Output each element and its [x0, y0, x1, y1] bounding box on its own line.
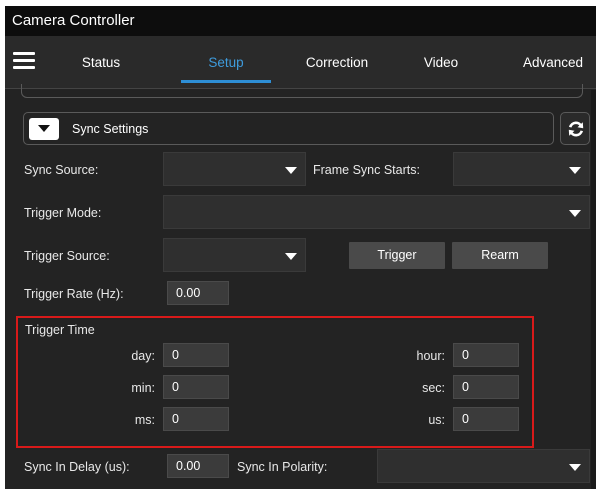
sync-source-label: Sync Source:	[24, 163, 99, 177]
sync-in-polarity-select[interactable]	[377, 449, 590, 483]
tab-correction[interactable]: Correction	[285, 36, 389, 89]
min-label: min:	[131, 381, 155, 395]
section-title: Sync Settings	[72, 122, 149, 136]
hamburger-icon[interactable]	[13, 52, 35, 70]
frame-sync-starts-label: Frame Sync Starts:	[313, 163, 420, 177]
sync-in-delay-label: Sync In Delay (us):	[24, 460, 130, 474]
caret-down-icon	[285, 167, 297, 174]
trigger-source-select[interactable]	[163, 238, 306, 272]
trigger-source-label: Trigger Source:	[24, 249, 110, 263]
previous-section-edge	[21, 84, 583, 98]
caret-down-icon	[569, 167, 581, 174]
refresh-icon	[568, 121, 584, 137]
refresh-button[interactable]	[560, 112, 590, 145]
hour-input[interactable]: 0	[453, 343, 519, 367]
day-input[interactable]: 0	[163, 343, 229, 367]
ms-input[interactable]: 0	[163, 407, 229, 431]
frame-sync-starts-select[interactable]	[453, 152, 590, 186]
sec-label: sec:	[422, 381, 445, 395]
sec-input[interactable]: 0	[453, 375, 519, 399]
trigger-rate-label: Trigger Rate (Hz):	[24, 287, 124, 301]
tab-advanced[interactable]: Advanced	[510, 36, 596, 89]
sync-settings-header[interactable]: Sync Settings	[23, 112, 554, 145]
us-label: us:	[428, 413, 445, 427]
trigger-time-title: Trigger Time	[25, 323, 95, 337]
sync-source-select[interactable]	[163, 152, 306, 186]
collapse-button[interactable]	[29, 118, 59, 140]
day-label: day:	[131, 349, 155, 363]
hour-label: hour:	[416, 349, 446, 363]
rearm-button[interactable]: Rearm	[452, 242, 548, 269]
trigger-mode-label: Trigger Mode:	[24, 206, 102, 220]
tab-video[interactable]: Video	[405, 36, 477, 89]
min-input[interactable]: 0	[163, 375, 229, 399]
nav-bar: Status Setup Correction Video Advanced	[5, 36, 596, 89]
sync-in-delay-input[interactable]: 0.00	[167, 454, 229, 478]
camera-controller-window: Camera Controller Status Setup Correctio…	[5, 6, 596, 489]
tab-status[interactable]: Status	[65, 36, 137, 89]
trigger-button[interactable]: Trigger	[349, 242, 445, 269]
caret-down-icon	[285, 253, 297, 260]
window-title: Camera Controller	[5, 6, 596, 36]
caret-down-icon	[569, 210, 581, 217]
active-tab-indicator	[181, 80, 271, 83]
ms-label: ms:	[134, 413, 155, 427]
scrollbar[interactable]	[591, 90, 596, 489]
us-input[interactable]: 0	[453, 407, 519, 431]
caret-down-icon	[569, 464, 581, 471]
sync-in-polarity-label: Sync In Polarity:	[237, 460, 328, 474]
trigger-rate-input[interactable]: 0.00	[167, 281, 229, 305]
trigger-mode-select[interactable]	[163, 195, 590, 229]
caret-down-icon	[38, 125, 50, 132]
